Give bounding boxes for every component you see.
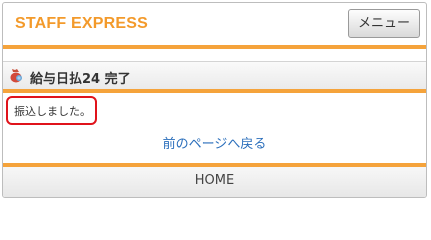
brand-logo[interactable]: STAFF EXPRESS [15,15,148,33]
completion-message-box: 振込しました。 [6,96,97,125]
menu-button[interactable]: メニュー [348,9,420,38]
header-divider [3,45,426,49]
coin-bag-icon [8,67,24,83]
back-link[interactable]: 前のページへ戻る [3,133,426,152]
page-title: 給与日払24 完了 [30,72,131,87]
title-divider [3,89,426,93]
page-frame: STAFF EXPRESS メニュー 給与日払24 完了 振込しました。 前のペ… [2,2,427,198]
home-button[interactable]: HOME [3,167,426,197]
page-title-bar: 給与日払24 完了 [3,61,426,89]
header: STAFF EXPRESS メニュー [3,3,426,45]
completion-message: 振込しました。 [14,105,91,118]
